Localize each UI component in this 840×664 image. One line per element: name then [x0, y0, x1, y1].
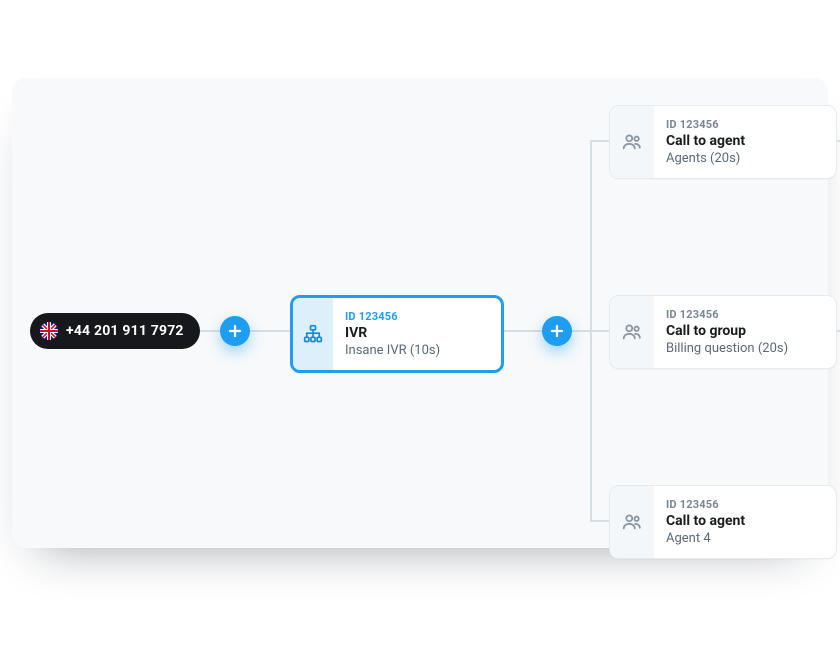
people-icon — [621, 131, 643, 153]
phone-number-label: +44 201 911 7972 — [66, 323, 184, 339]
target-body: ID 123456 Call to group Billing question… — [654, 296, 800, 368]
ivr-title: IVR — [345, 325, 440, 341]
target-id: ID 123456 — [666, 308, 788, 321]
target-icon-tile — [610, 296, 654, 368]
ivr-tree-icon — [303, 324, 323, 344]
connector — [590, 330, 610, 332]
target-title: Call to agent — [666, 133, 745, 149]
people-icon — [621, 321, 643, 343]
target-body: ID 123456 Call to agent Agent 4 — [654, 486, 757, 558]
connector — [500, 330, 544, 332]
flow-panel: +44 201 911 7972 ID 123456 IVR — [12, 78, 828, 548]
connector — [590, 520, 610, 522]
target-icon-tile — [610, 486, 654, 558]
target-title: Call to agent — [666, 513, 745, 529]
target-title: Call to group — [666, 323, 788, 339]
target-node-agent[interactable]: ID 123456 Call to agent Agents (20s) — [609, 105, 837, 179]
connector — [590, 140, 610, 142]
ivr-subtitle: Insane IVR (10s) — [345, 343, 440, 358]
ivr-node[interactable]: ID 123456 IVR Insane IVR (10s) — [290, 295, 504, 373]
add-step-button[interactable] — [220, 316, 250, 346]
target-node-agent[interactable]: ID 123456 Call to agent Agent 4 — [609, 485, 837, 559]
ivr-icon-tile — [293, 298, 333, 370]
target-body: ID 123456 Call to agent Agents (20s) — [654, 106, 757, 178]
target-subtitle: Agent 4 — [666, 531, 745, 546]
target-node-group[interactable]: ID 123456 Call to group Billing question… — [609, 295, 837, 369]
ivr-body: ID 123456 IVR Insane IVR (10s) — [333, 298, 452, 370]
call-flow-canvas: +44 201 911 7972 ID 123456 IVR — [0, 0, 840, 664]
people-icon — [621, 511, 643, 533]
plus-icon — [227, 323, 243, 339]
target-id: ID 123456 — [666, 118, 745, 131]
target-subtitle: Billing question (20s) — [666, 341, 788, 356]
target-subtitle: Agents (20s) — [666, 151, 745, 166]
connector — [572, 330, 592, 332]
add-step-button[interactable] — [542, 316, 572, 346]
phone-number-node[interactable]: +44 201 911 7972 — [30, 313, 200, 349]
target-id: ID 123456 — [666, 498, 745, 511]
ivr-id: ID 123456 — [345, 310, 440, 323]
uk-flag-icon — [40, 322, 58, 340]
plus-icon — [549, 323, 565, 339]
connector — [250, 330, 292, 332]
target-icon-tile — [610, 106, 654, 178]
